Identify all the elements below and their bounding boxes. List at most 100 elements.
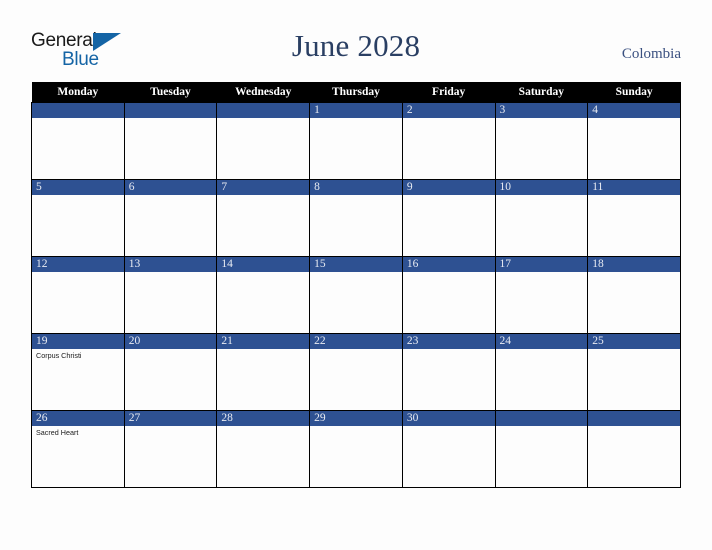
- calendar-day-cell[interactable]: 6: [123, 179, 218, 257]
- day-cell-inner: 9: [402, 180, 495, 256]
- calendar-day-cell[interactable]: 24: [494, 333, 589, 411]
- day-cell-inner: 2: [402, 103, 495, 179]
- weekday-header-wednesday: Wednesday: [216, 82, 310, 103]
- day-events: [403, 118, 495, 120]
- calendar-grid: Monday Tuesday Wednesday Thursday Friday Satu…: [31, 82, 681, 488]
- calendar-empty-cell[interactable]: [123, 102, 218, 180]
- day-cell-inner: 23: [402, 334, 495, 410]
- date-number: 2: [402, 103, 495, 118]
- calendar-day-cell[interactable]: 14: [216, 256, 311, 334]
- day-cell-inner: 13: [124, 257, 217, 333]
- calendar-day-cell[interactable]: 1: [309, 102, 403, 180]
- day-events: [310, 272, 402, 274]
- calendar-day-cell[interactable]: 29: [309, 410, 403, 488]
- date-number: 5: [32, 180, 124, 195]
- day-cell-inner: 22: [310, 334, 402, 410]
- calendar-body: 1 2 3 4 5 6 7 8 9 10 11 12 13 14 15 16 17 18 19 Corpus Chri…: [31, 102, 681, 488]
- calendar-day-cell[interactable]: 9: [401, 179, 496, 257]
- weekday-header-thursday: Thursday: [309, 82, 403, 103]
- date-number: 20: [124, 334, 217, 349]
- calendar-day-cell[interactable]: 16: [401, 256, 496, 334]
- date-number: 21: [217, 334, 310, 349]
- day-events: [125, 272, 217, 274]
- calendar-day-cell[interactable]: 4: [587, 102, 681, 180]
- calendar-empty-cell[interactable]: [587, 410, 681, 488]
- date-number: 29: [310, 411, 402, 426]
- day-events: [496, 195, 588, 197]
- day-events: [217, 195, 309, 197]
- date-number: 11: [588, 180, 680, 195]
- holiday-label: Sacred Heart: [36, 428, 79, 437]
- page-header: General Blue June 2028 Colombia: [0, 0, 712, 82]
- date-number: [495, 411, 588, 426]
- calendar-empty-cell[interactable]: [216, 102, 311, 180]
- calendar-empty-cell[interactable]: [31, 102, 125, 180]
- day-cell-inner: 10: [495, 180, 588, 256]
- date-number: 26: [32, 411, 124, 426]
- day-events: [125, 195, 217, 197]
- calendar-day-cell[interactable]: 8: [309, 179, 403, 257]
- calendar-day-cell[interactable]: 7: [216, 179, 311, 257]
- calendar-week-row: 5 6 7 8 9 10 11: [31, 179, 681, 257]
- calendar-day-cell[interactable]: 10: [494, 179, 589, 257]
- day-cell-inner: 18: [588, 257, 680, 333]
- date-number: 15: [310, 257, 402, 272]
- calendar-day-cell[interactable]: 18: [587, 256, 681, 334]
- day-events: [588, 118, 680, 120]
- day-cell-inner: 1: [310, 103, 402, 179]
- date-number: [124, 103, 217, 118]
- calendar-day-cell[interactable]: 13: [123, 256, 218, 334]
- calendar-empty-cell[interactable]: [494, 410, 589, 488]
- date-number: [217, 103, 310, 118]
- calendar-day-cell[interactable]: 12: [31, 256, 125, 334]
- calendar-day-cell[interactable]: 25: [587, 333, 681, 411]
- date-number: 27: [124, 411, 217, 426]
- day-events: [125, 349, 217, 351]
- day-cell-inner: 30: [402, 411, 495, 487]
- day-cell-inner: 8: [310, 180, 402, 256]
- date-number: 4: [588, 103, 680, 118]
- day-events: [496, 118, 588, 120]
- date-number: 3: [495, 103, 588, 118]
- calendar-day-cell[interactable]: 26 Sacred Heart: [31, 410, 125, 488]
- day-events: [125, 118, 217, 120]
- day-cell-inner: [124, 103, 217, 179]
- date-number: 28: [217, 411, 310, 426]
- date-number: 13: [124, 257, 217, 272]
- calendar-week-row: 19 Corpus Christi 20 21 22 23 24 25: [31, 333, 681, 411]
- date-number: 18: [588, 257, 680, 272]
- calendar-day-cell[interactable]: 17: [494, 256, 589, 334]
- weekday-header-tuesday: Tuesday: [124, 82, 217, 103]
- calendar-day-cell[interactable]: 28: [216, 410, 311, 488]
- calendar-day-cell[interactable]: 2: [401, 102, 496, 180]
- calendar-day-cell[interactable]: 21: [216, 333, 311, 411]
- date-number: 17: [495, 257, 588, 272]
- calendar-day-cell[interactable]: 11: [587, 179, 681, 257]
- calendar-day-cell[interactable]: 23: [401, 333, 496, 411]
- day-events: [125, 426, 217, 428]
- calendar-day-cell[interactable]: 20: [123, 333, 218, 411]
- calendar-day-cell[interactable]: 22: [309, 333, 403, 411]
- day-events: [310, 349, 402, 351]
- calendar-week-row: 12 13 14 15 16 17 18: [31, 256, 681, 334]
- day-cell-inner: 27: [124, 411, 217, 487]
- day-events: [403, 426, 495, 428]
- date-number: 24: [495, 334, 588, 349]
- day-events: Corpus Christi: [32, 349, 124, 361]
- calendar-day-cell[interactable]: 3: [494, 102, 589, 180]
- calendar-day-cell[interactable]: 15: [309, 256, 403, 334]
- calendar-day-cell[interactable]: 19 Corpus Christi: [31, 333, 125, 411]
- day-cell-inner: 6: [124, 180, 217, 256]
- calendar-day-cell[interactable]: 30: [401, 410, 496, 488]
- day-events: [496, 272, 588, 274]
- date-number: 14: [217, 257, 310, 272]
- day-cell-inner: 19 Corpus Christi: [32, 334, 124, 410]
- date-number: 25: [588, 334, 680, 349]
- holiday-label: Corpus Christi: [36, 351, 82, 360]
- calendar-day-cell[interactable]: 5: [31, 179, 125, 257]
- day-events: [217, 118, 309, 120]
- calendar-week-row: 26 Sacred Heart 27 28 29 30: [31, 410, 681, 488]
- weekday-header-saturday: Saturday: [495, 82, 588, 103]
- calendar-day-cell[interactable]: 27: [123, 410, 218, 488]
- date-number: 6: [124, 180, 217, 195]
